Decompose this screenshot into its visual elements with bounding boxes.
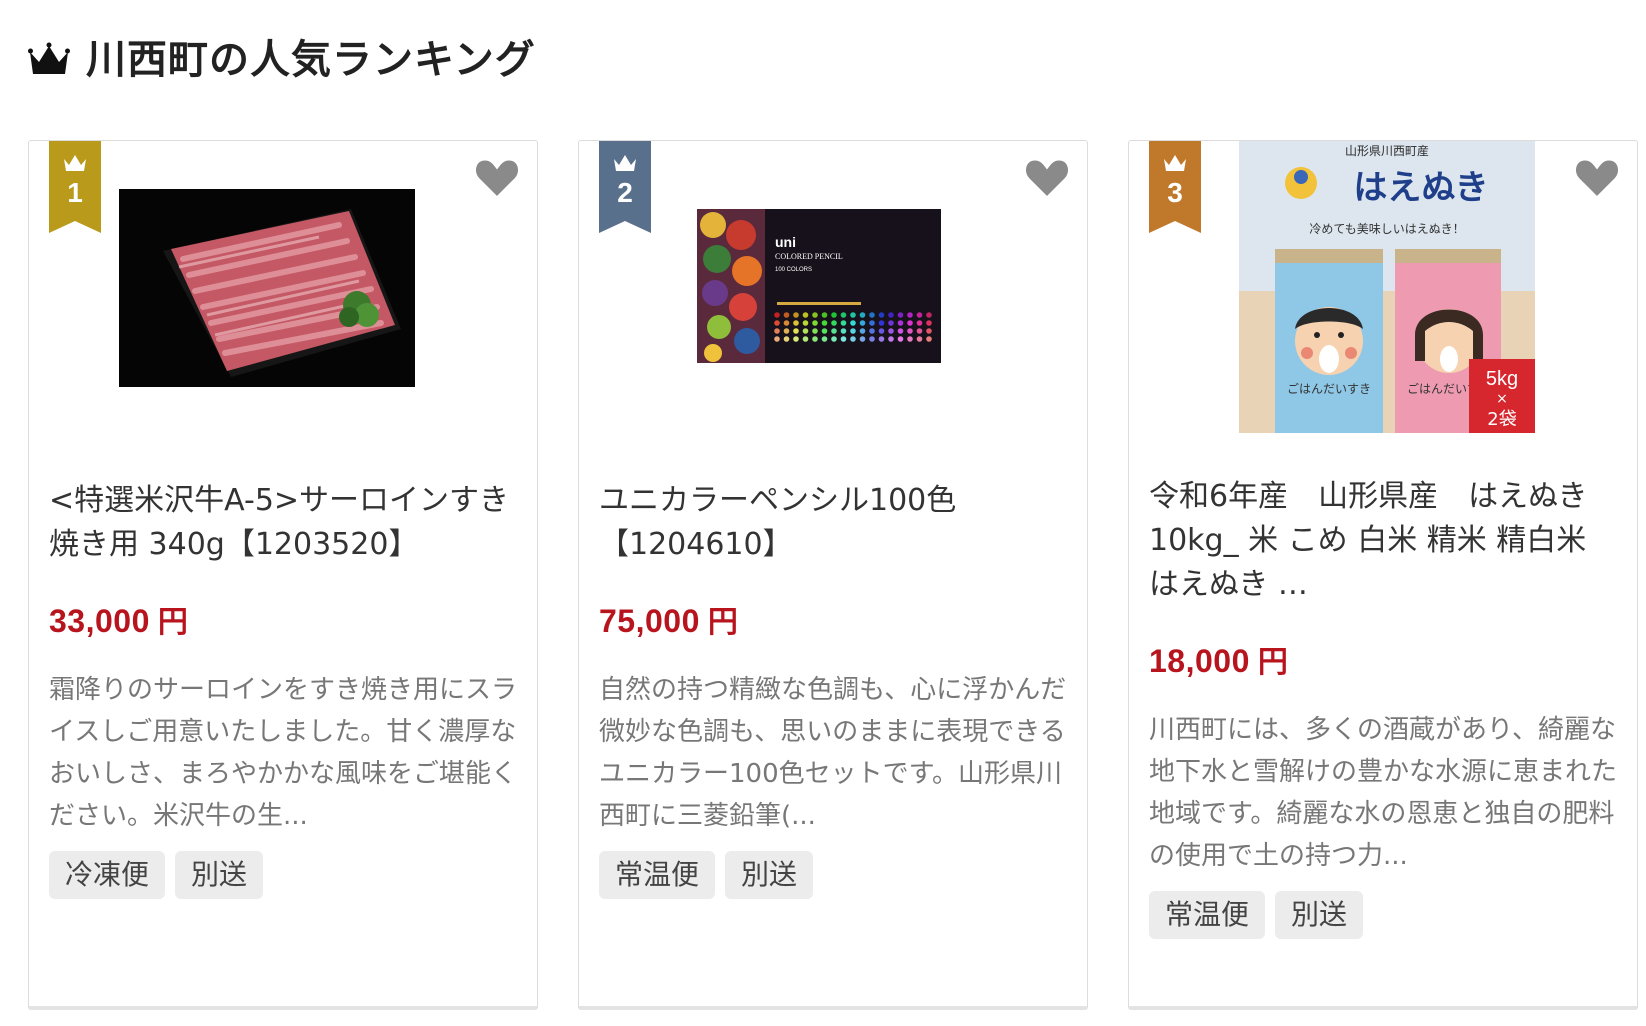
tag-list: 常温便 別送: [1149, 891, 1617, 939]
ranking-list: 1 <特選米沢牛A-5>サーロインすき焼き用 340g【1203520】 33,…: [28, 140, 1638, 1010]
pencil-brand: uni: [775, 234, 796, 250]
pencil-product-line: COLORED PENCIL: [775, 252, 843, 261]
tag-shipping: 常温便: [599, 851, 716, 899]
rice-count: 2袋: [1487, 409, 1516, 430]
section-header: 川西町の人気ランキング: [28, 32, 536, 88]
tag-separate: 別送: [1275, 891, 1364, 939]
rice-bag-label-left: ごはんだいすき: [1287, 381, 1371, 396]
price-value: 33,000: [49, 603, 150, 639]
product-description: 自然の持つ精緻な色調も、心に浮かんだ微妙な色調も、思いのままに表現できるユニカラ…: [599, 675, 1067, 831]
tag-separate: 別送: [725, 851, 814, 899]
product-price: 75,000 円: [599, 597, 1067, 641]
tag-shipping: 常温便: [1149, 891, 1266, 939]
rice-origin: 山形県川西町産: [1345, 143, 1429, 158]
tag-shipping: 冷凍便: [49, 851, 166, 899]
product-image-area: 山形県川西町産 はえぬき 冷めても美味しいはえぬき！ ごはんだいすき ごはんだい…: [1149, 141, 1617, 461]
pencil-count: 100 COLORS: [775, 267, 812, 273]
product-card[interactable]: 2 uni COLORED PENCIL 100 COLORS ユニカラーペンシ…: [578, 140, 1088, 1010]
product-image-area: [49, 141, 517, 461]
price-value: 75,000: [599, 603, 700, 639]
price-value: 18,000: [1149, 643, 1250, 679]
rice-brand: はえぬき: [1353, 168, 1488, 208]
tag-list: 冷凍便 別送: [49, 851, 517, 899]
product-price: 18,000 円: [1149, 637, 1617, 681]
product-description: 霜降りのサーロインをすき焼き用にスライスしご用意いたしました。甘く濃厚なおいしさ…: [49, 675, 517, 831]
product-price: 33,000 円: [49, 597, 517, 641]
section-title: 川西町の人気ランキング: [86, 37, 536, 83]
product-description: 川西町には、多くの酒蔵があり、綺麗な地下水と雪解けの豊かな水源に恵まれた地域です…: [1149, 715, 1617, 871]
tag-list: 常温便 別送: [599, 851, 1067, 899]
price-unit: 円: [157, 605, 189, 640]
product-image-pencils[interactable]: uni COLORED PENCIL 100 COLORS: [697, 209, 941, 363]
product-title[interactable]: 令和6年産 山形県産 はえぬき10kg_ 米 こめ 白米 精米 精白米 はえぬき…: [1149, 475, 1617, 607]
tag-separate: 別送: [175, 851, 264, 899]
price-unit: 円: [707, 605, 739, 640]
product-image-area: uni COLORED PENCIL 100 COLORS: [599, 141, 1067, 461]
product-title[interactable]: ユニカラーペンシル100色【1204610】: [599, 479, 1067, 567]
product-title[interactable]: <特選米沢牛A-5>サーロインすき焼き用 340g【1203520】: [49, 479, 517, 567]
price-unit: 円: [1257, 645, 1289, 680]
product-image-rice[interactable]: 山形県川西町産 はえぬき 冷めても美味しいはえぬき！ ごはんだいすき ごはんだい…: [1239, 141, 1535, 433]
product-image-beef[interactable]: [119, 189, 415, 387]
rice-tagline: 冷めても美味しいはえぬき！: [1309, 222, 1464, 236]
rice-weight: 5kg: [1486, 368, 1518, 390]
rice-times: ×: [1496, 391, 1508, 407]
crown-icon: [28, 42, 70, 74]
product-card[interactable]: 3 山形県川西町産 はえぬき 冷めても美味しいはえぬき！ ごはんだいすき ごはん…: [1128, 140, 1638, 1010]
product-card[interactable]: 1 <特選米沢牛A-5>サーロインすき焼き用 340g【1203520】 33,…: [28, 140, 538, 1010]
